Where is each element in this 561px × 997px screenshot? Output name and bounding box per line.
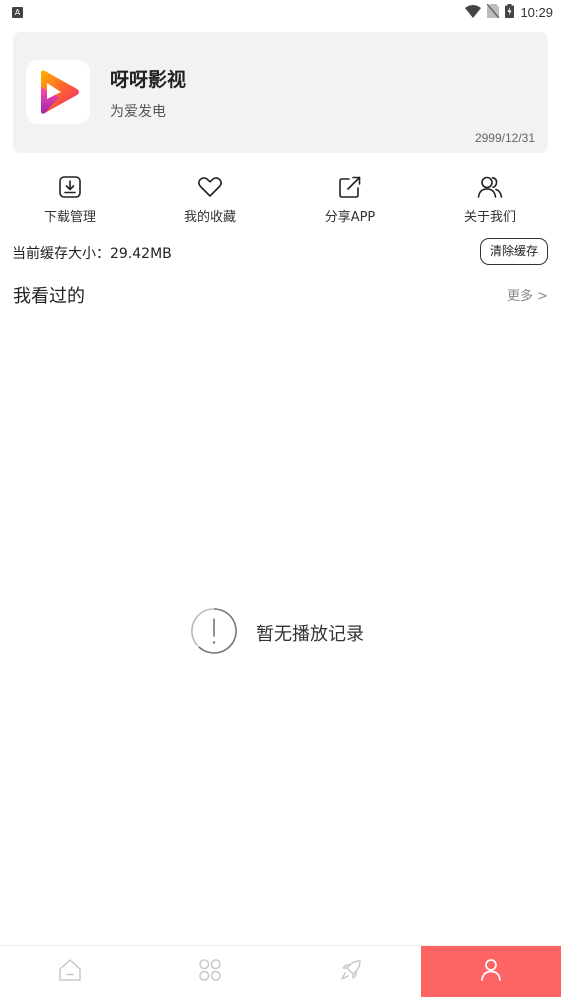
nav-home[interactable] — [0, 946, 140, 997]
history-title: 我看过的 — [13, 286, 85, 307]
action-label: 下载管理 — [43, 210, 96, 225]
grid-icon — [198, 958, 222, 986]
play-logo-icon — [26, 60, 90, 124]
status-time: 10:29 — [520, 4, 553, 20]
users-icon — [477, 174, 503, 200]
home-icon — [58, 958, 82, 986]
action-label: 关于我们 — [463, 210, 516, 225]
nav-discover[interactable] — [281, 946, 421, 997]
action-label: 分享APP — [324, 210, 376, 225]
empty-state: 暂无播放记录 — [190, 607, 364, 659]
about-us-button[interactable]: 关于我们 — [430, 174, 550, 225]
battery-charging-icon — [505, 3, 515, 22]
history-more-link[interactable]: 更多 > — [507, 285, 548, 304]
status-bar: A 10:29 — [0, 0, 561, 24]
nav-categories[interactable] — [140, 946, 280, 997]
alert-circle-icon — [190, 607, 238, 659]
cache-size-label: 当前缓存大小：29.42MB — [12, 246, 172, 262]
download-icon — [57, 174, 83, 200]
share-icon — [337, 174, 363, 200]
quick-actions: 下载管理 我的收藏 分享APP 关于我们 — [0, 174, 561, 230]
screen: A 10:29 呀呀影视 为爱发电 2999/12/31 下载管理 我的收藏 分… — [0, 0, 561, 997]
user-icon — [479, 958, 503, 986]
share-app-button[interactable]: 分享APP — [290, 174, 410, 225]
expiry-date: 2999/12/31 — [474, 131, 535, 145]
favorites-button[interactable]: 我的收藏 — [150, 174, 270, 225]
no-sim-icon — [486, 3, 501, 22]
app-name: 呀呀影视 — [110, 69, 187, 91]
app-tagline: 为爱发电 — [110, 104, 166, 120]
profile-card[interactable]: 呀呀影视 为爱发电 2999/12/31 — [13, 32, 548, 153]
wifi-icon — [465, 3, 482, 22]
empty-state-text: 暂无播放记录 — [256, 624, 364, 645]
rocket-icon — [339, 958, 363, 986]
heart-icon — [197, 174, 223, 200]
bottom-nav — [0, 945, 561, 997]
nav-profile[interactable] — [420, 946, 561, 997]
clear-cache-button[interactable]: 清除缓存 — [480, 238, 548, 265]
action-label: 我的收藏 — [183, 210, 236, 225]
notification-icon: A — [12, 6, 23, 18]
download-manager-button[interactable]: 下载管理 — [10, 174, 130, 225]
